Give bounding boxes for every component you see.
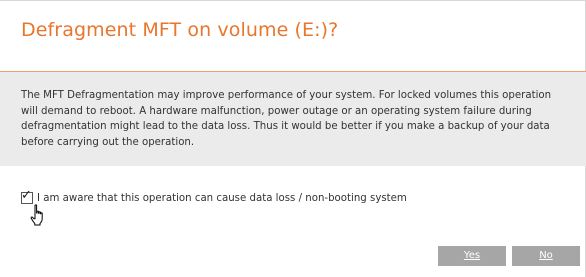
yes-button-label: Yes [463, 250, 481, 261]
no-button-label: No [539, 250, 553, 261]
data-loss-awareness-label[interactable]: I am aware that this operation can cause… [37, 193, 407, 204]
message-panel: The MFT Defragmentation may improve perf… [0, 71, 586, 166]
checkmark-icon: ✓ [21, 188, 32, 203]
data-loss-awareness-checkbox[interactable]: ✓ [21, 188, 33, 204]
data-loss-awareness-row[interactable]: ✓ I am aware that this operation can cau… [21, 188, 407, 206]
dialog-title: Defragment MFT on volume (E:)? [21, 19, 339, 41]
hand-pointer-icon [30, 204, 43, 226]
confirm-dialog: Defragment MFT on volume (E:)? The MFT D… [0, 0, 586, 277]
no-button[interactable]: No [512, 246, 580, 266]
yes-button[interactable]: Yes [438, 246, 506, 266]
warning-message: The MFT Defragmentation may improve perf… [21, 90, 552, 148]
